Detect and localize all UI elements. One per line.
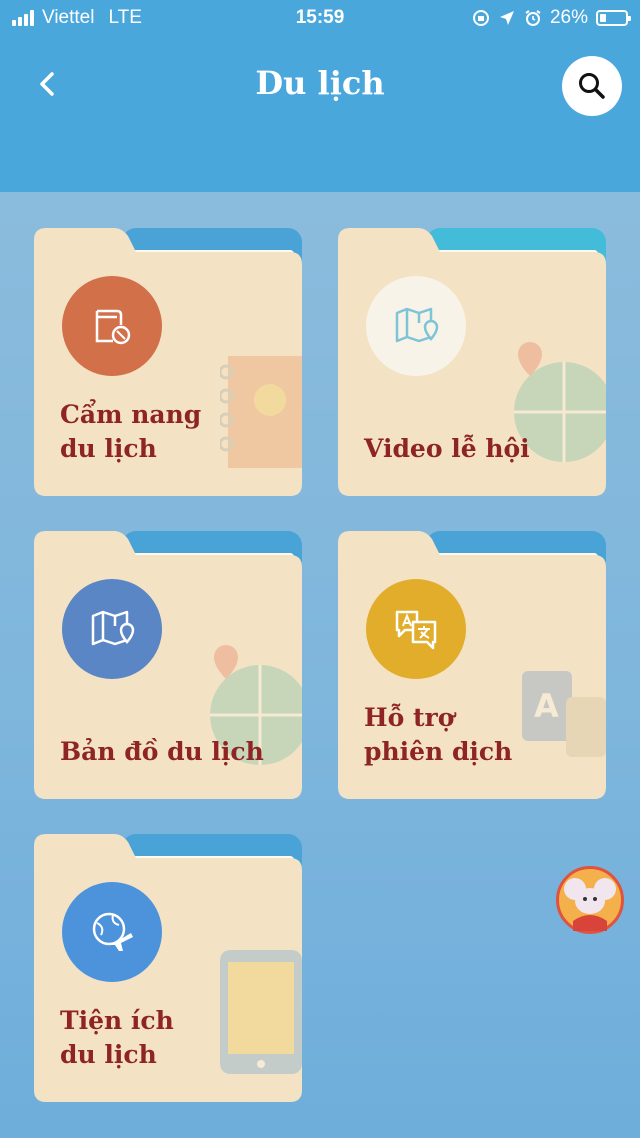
battery-icon: [596, 10, 631, 26]
badge-travel-utilities: [62, 882, 162, 982]
folded-map-pin-icon: [395, 307, 439, 343]
location-arrow-icon: [499, 11, 514, 25]
category-card-travel-guide[interactable]: Cẩm nang du lịch: [34, 228, 302, 496]
mascot-floating-button[interactable]: [556, 866, 624, 934]
badge-festival-video: [366, 276, 466, 376]
category-card-travel-utilities[interactable]: Tiện ích du lịch: [34, 834, 302, 1102]
page-title: Du lịch: [255, 64, 385, 102]
badge-travel-guide: [62, 276, 162, 376]
globe-plane-icon: [92, 912, 133, 951]
category-card-festival-video[interactable]: Video lễ hội: [338, 228, 606, 496]
card-label: Tiện ích du lịch: [60, 1006, 174, 1069]
battery-percent: 26%: [549, 7, 588, 28]
lock-rotation-icon: [472, 10, 489, 26]
translate-chat-icon: [395, 610, 437, 650]
guidebook-icon: [95, 309, 131, 345]
category-card-travel-map[interactable]: Bản đồ du lịch: [34, 531, 302, 799]
card-label: Bản đồ du lịch: [60, 737, 264, 766]
badge-translation-support: [366, 579, 466, 679]
status-bar: Viettel LTE 15:59 26%: [0, 0, 640, 36]
card-label: Hỗ trợ phiên dịch: [364, 703, 513, 766]
card-label: Cẩm nang du lịch: [60, 400, 202, 463]
mouse-mascot-icon: [564, 878, 616, 931]
category-card-translation-support[interactable]: A Hỗ trợ phiên dịch: [338, 531, 606, 799]
badge-travel-map: [62, 579, 162, 679]
search-icon: [579, 73, 605, 99]
search-button[interactable]: [562, 56, 622, 116]
folded-map-pin-icon: [91, 610, 135, 646]
alarm-icon: [525, 10, 541, 26]
card-label: Video lễ hội: [364, 434, 530, 463]
